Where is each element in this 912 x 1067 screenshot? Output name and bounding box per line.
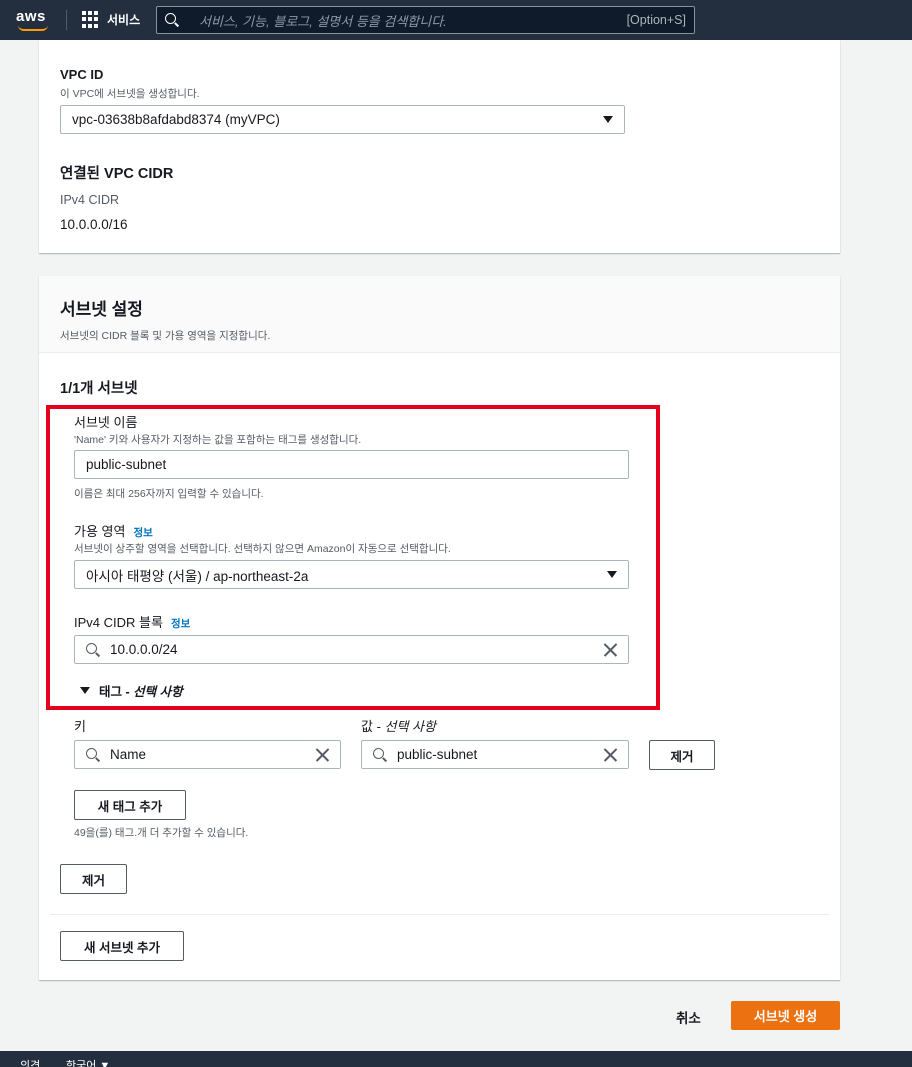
subnet-count-heading: 1/1개 서브넷: [60, 381, 138, 397]
top-navigation: aws 서비스 서비스, 기능, 블로그, 설명서 등을 검색합니다. [Opt…: [0, 0, 912, 40]
cancel-button[interactable]: 취소: [676, 1007, 701, 1027]
vpc-card: [39, 40, 840, 253]
subnet-settings-description: 서브넷의 CIDR 블록 및 가용 영역을 지정합니다.: [60, 330, 271, 342]
create-subnet-button[interactable]: 서브넷 생성: [731, 1001, 840, 1030]
tag-value-input[interactable]: public-subnet: [361, 740, 629, 769]
search-icon: [373, 747, 387, 762]
feedback-link[interactable]: 의견: [20, 1057, 40, 1067]
tag-value-label: 값 - 선택 사항: [361, 716, 436, 735]
vpc-id-select[interactable]: vpc-03638b8afdabd8374 (myVPC): [60, 105, 625, 134]
search-shortcut: [Option+S]: [626, 13, 686, 27]
tag-key-label: 키: [74, 719, 86, 734]
aws-smile-icon: [18, 25, 48, 31]
aws-logo[interactable]: aws: [16, 6, 50, 34]
language-selector[interactable]: 한국어 ▼: [66, 1057, 110, 1067]
tag-key-input[interactable]: Name: [74, 740, 341, 769]
search-icon: [165, 13, 179, 27]
global-search-input[interactable]: 서비스, 기능, 블로그, 설명서 등을 검색합니다. [Option+S]: [156, 6, 695, 34]
vpc-cidr-heading: 연결된 VPC CIDR: [60, 166, 174, 182]
vpc-id-label: VPC ID: [60, 67, 104, 82]
grid-icon: [82, 11, 99, 28]
tag-value-optional: 선택 사항: [384, 719, 436, 734]
clear-icon[interactable]: [603, 748, 617, 762]
highlight-box: [46, 405, 660, 710]
aws-logo-text: aws: [16, 8, 46, 25]
remove-tag-button[interactable]: 제거: [649, 740, 715, 770]
services-menu-button[interactable]: 서비스: [82, 11, 140, 28]
subnet-settings-title: 서브넷 설정: [60, 300, 143, 319]
ipv4-cidr-value: 10.0.0.0/16: [60, 217, 128, 232]
nav-divider: [66, 10, 67, 30]
vpc-id-description: 이 VPC에 서브넷을 생성합니다.: [60, 88, 200, 100]
ipv4-cidr-label: IPv4 CIDR: [60, 193, 120, 207]
search-placeholder: 서비스, 기능, 블로그, 설명서 등을 검색합니다.: [199, 13, 447, 29]
add-tag-button[interactable]: 새 태그 추가: [74, 790, 186, 820]
remove-subnet-button[interactable]: 제거: [60, 864, 127, 894]
caret-down-icon: [603, 116, 613, 123]
clear-icon[interactable]: [315, 748, 329, 762]
services-label: 서비스: [107, 13, 141, 27]
footer-bar: 의견 한국어 ▼: [0, 1051, 912, 1067]
add-subnet-button[interactable]: 새 서브넷 추가: [60, 931, 184, 961]
tag-value-value: public-subnet: [397, 747, 478, 762]
tag-value-label-text: 값 -: [361, 719, 385, 734]
section-divider: [50, 914, 829, 915]
subnet-settings-header: 서브넷 설정 서브넷의 CIDR 블록 및 가용 영역을 지정합니다.: [39, 276, 840, 353]
tag-key-value: Name: [110, 747, 147, 762]
vpc-id-value: vpc-03638b8afdabd8374 (myVPC): [72, 112, 280, 127]
search-icon: [86, 747, 100, 762]
tags-remaining-text: 49을(를) 태그.개 더 추가할 수 있습니다.: [74, 827, 249, 839]
